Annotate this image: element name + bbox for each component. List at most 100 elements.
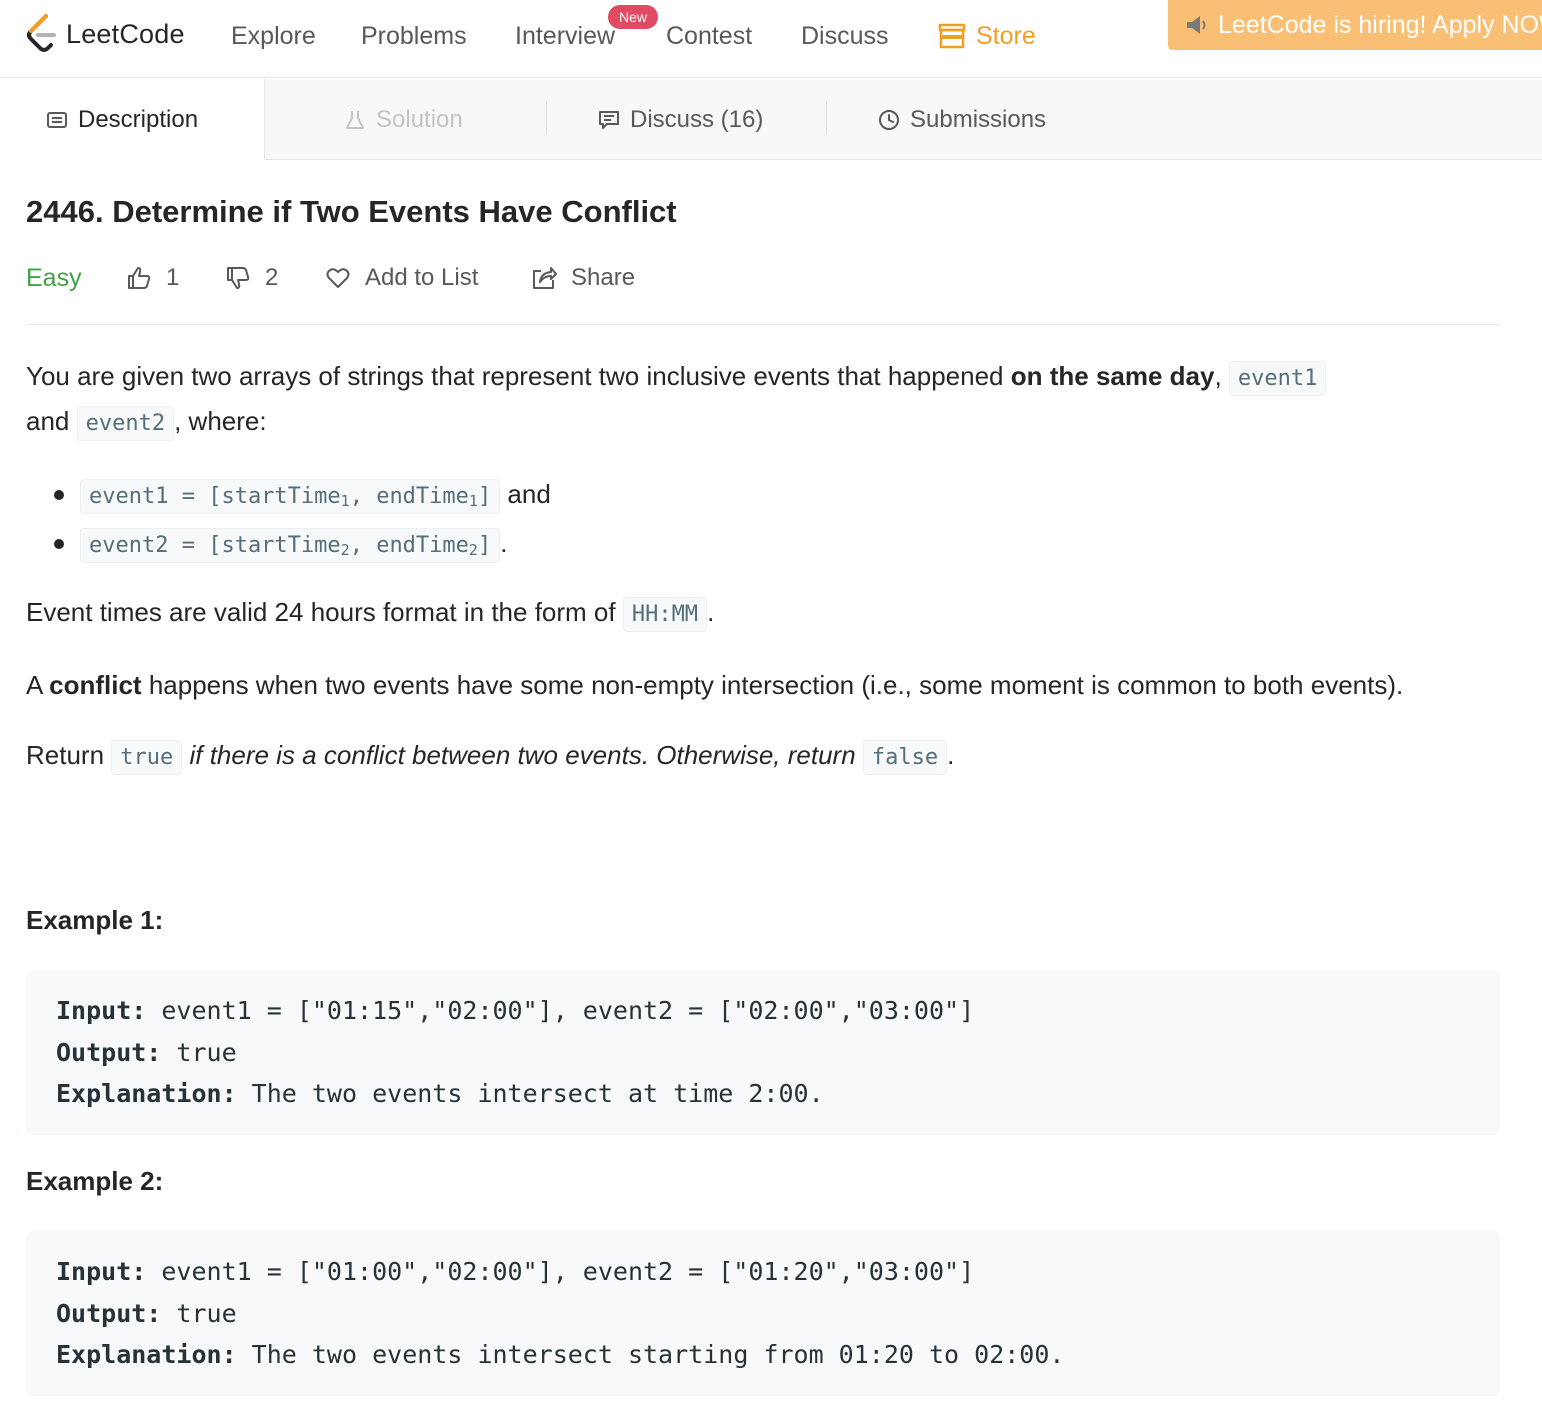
text: You are given two arrays of strings that… [26,361,1011,391]
share-icon [533,267,557,289]
text: . [500,528,508,558]
tab-submissions-label: Submissions [910,105,1047,133]
hiring-banner[interactable]: LeetCode is hiring! Apply NOW. [1168,0,1542,50]
text: Event times are valid 24 hours format in… [26,597,623,627]
tab-divider [826,101,827,135]
input-value: event1 = ["01:00","02:00"], event2 = ["0… [146,1257,975,1286]
inline-code: event2 [76,406,175,441]
heart-icon [326,268,350,288]
description-icon [47,111,67,128]
text: . [707,597,715,627]
leetcode-logo[interactable]: LeetCode [24,12,185,56]
problem-description: You are given two arrays of strings that… [26,355,1500,807]
tab-submissions[interactable]: Submissions [878,79,1046,160]
example-title: Example 2: [26,1166,164,1196]
flask-icon [346,110,364,129]
hiring-text: LeetCode is hiring! Apply NOW. [1218,11,1542,39]
nav-contest[interactable]: Contest [666,20,752,52]
leetcode-logo-icon [27,14,56,52]
add-to-list-button[interactable]: Add to List [325,258,478,298]
thumbs-down-icon [227,267,250,289]
comment-icon [599,110,619,129]
dislike-count: 2 [265,264,279,291]
output-value: true [161,1298,237,1328]
description-paragraph: You are given two arrays of strings that… [26,355,1500,445]
like-button[interactable]: 1 [126,258,179,298]
nav-interview[interactable]: Interview [515,20,615,52]
description-paragraph: Event times are valid 24 hours format in… [26,591,1500,636]
tab-divider [546,101,547,135]
explanation-value: The two events intersect starting from 0… [236,1340,1065,1369]
meta-divider [26,324,1500,325]
problem-tabs: Description Solution Discuss (16) Submis… [0,79,1542,160]
tab-solution: Solution [344,79,463,160]
add-to-list-label: Add to List [365,264,479,291]
new-badge: New [608,5,659,29]
nav-explore[interactable]: Explore [231,20,316,52]
subscript: 1 [340,492,350,510]
event-definition-list: event1 = [startTime1, endTime1] and even… [54,473,1500,571]
text: Return [26,740,112,770]
list-item: event2 = [startTime2, endTime2]. [54,522,1500,571]
inline-code: true [111,740,183,775]
nav-store-label: Store [976,22,1036,50]
example-title: Example 1: [26,905,164,935]
text: , where: [174,406,267,436]
tab-description-label: Description [78,105,199,133]
output-label: Output: [56,1037,162,1067]
difficulty-label: Easy [26,263,82,292]
tab-description[interactable]: Description [0,79,265,160]
top-navbar: LeetCode Explore Problems Interview New … [0,0,1542,78]
clock-icon [879,109,899,130]
logo-text: LeetCode [66,18,185,49]
output-label: Output: [56,1298,162,1328]
tab-discuss-label: Discuss (16) [630,105,764,133]
code-text: event2 = [startTime [89,533,341,558]
subscript: 2 [468,541,478,559]
code-text: ] [477,533,492,558]
bold-text: conflict [49,670,142,700]
problem-meta: Easy 1 2 Add to List Share [26,258,1500,298]
inline-code: event1 [1228,361,1327,396]
example-box: Input: event1 = ["01:00","02:00"], event… [26,1231,1500,1396]
text: happens when two events have some non-em… [141,670,1404,700]
subscript: 2 [340,541,350,559]
share-label: Share [571,264,636,291]
description-paragraph: Return true if there is a conflict betwe… [26,734,1500,779]
problem-title: 2446. Determine if Two Events Have Confl… [26,194,677,229]
explanation-value: The two events intersect at time 2:00. [236,1079,824,1108]
tab-solution-label: Solution [376,105,463,133]
text: and [26,406,77,436]
tab-discuss[interactable]: Discuss (16) [598,79,763,160]
explanation-label: Explanation: [56,1340,237,1369]
list-item: event1 = [startTime1, endTime1] and [54,473,1500,522]
inline-code: HH:MM [622,597,708,632]
bold-text: on the same day [1010,361,1215,391]
italic-text: if there is a conflict between two event… [182,740,863,770]
example-box: Input: event1 = ["01:15","02:00"], event… [26,970,1500,1135]
output-value: true [161,1037,237,1067]
input-label: Input: [56,996,147,1025]
explanation-label: Explanation: [56,1079,237,1108]
code-text: ] [477,484,492,509]
nav-store[interactable]: Store [938,20,1036,52]
inline-code: event1 = [startTime1, endTime1] [80,479,501,514]
code-text: event1 = [startTime [89,484,341,509]
like-count: 1 [166,264,180,291]
text: and [500,479,551,509]
text: . [947,740,955,770]
megaphone-icon [1187,16,1206,34]
nav-discuss[interactable]: Discuss [801,20,889,52]
input-value: event1 = ["01:15","02:00"], event2 = ["0… [146,996,975,1025]
text: A [26,670,50,700]
store-icon [938,23,966,49]
subscript: 1 [468,492,478,510]
code-text: , endTime [349,533,469,558]
nav-problems[interactable]: Problems [361,20,467,52]
description-paragraph: A conflict happens when two events have … [26,664,1500,706]
inline-code: false [862,740,948,775]
share-button[interactable]: Share [531,258,635,298]
inline-code: event2 = [startTime2, endTime2] [80,528,501,563]
dislike-button[interactable]: 2 [225,258,278,298]
thumbs-up-icon [128,267,151,289]
